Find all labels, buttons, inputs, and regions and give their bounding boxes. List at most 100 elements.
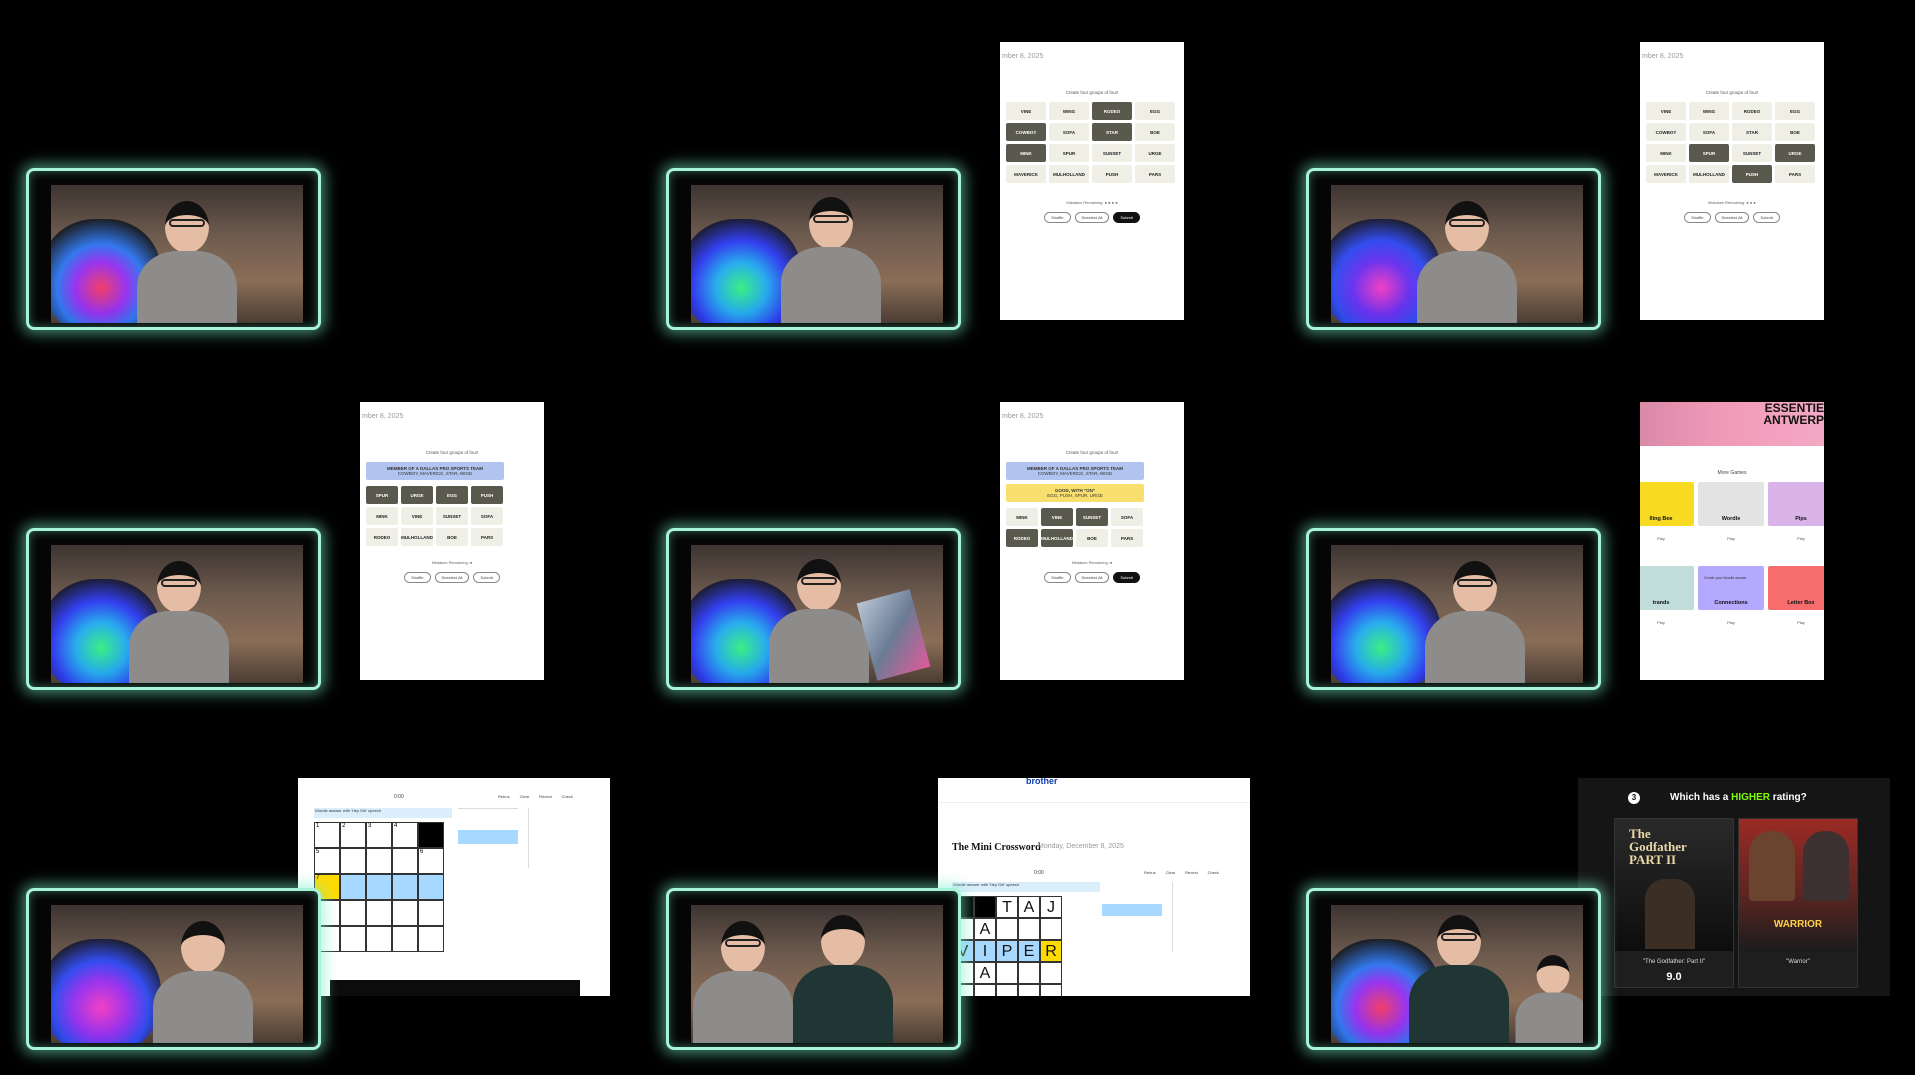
word-tile[interactable]: MINK <box>1006 508 1038 526</box>
word-tile[interactable]: WING <box>1049 102 1089 120</box>
crossword-cell[interactable] <box>340 848 366 874</box>
word-tile[interactable]: MINK <box>1646 144 1686 162</box>
word-tile[interactable]: STAR <box>1732 123 1772 141</box>
word-tile[interactable]: EGG <box>1135 102 1175 120</box>
crossword-cell[interactable] <box>1040 962 1062 984</box>
crossword-cell[interactable] <box>974 896 996 918</box>
word-tile[interactable]: PARS <box>1775 165 1815 183</box>
crossword-cell[interactable] <box>1018 984 1040 996</box>
crossword-cell[interactable] <box>1018 918 1040 940</box>
deselect-all-button[interactable]: Deselect All <box>1714 212 1750 223</box>
crossword-cell[interactable] <box>1018 962 1040 984</box>
word-tile[interactable]: RODEO <box>1732 102 1772 120</box>
word-tile[interactable]: VINE <box>1006 102 1046 120</box>
game-card[interactable]: Letter Box Play <box>1768 566 1824 625</box>
crossword-cell[interactable] <box>340 926 366 952</box>
deselect-all-button[interactable]: Deselect All <box>434 572 470 583</box>
word-tile[interactable]: SOFA <box>471 507 503 525</box>
word-tile[interactable]: BOE <box>1775 123 1815 141</box>
crossword-cell[interactable]: P <box>996 940 1018 962</box>
crossword-cell[interactable] <box>418 874 444 900</box>
crossword-cell[interactable] <box>366 926 392 952</box>
word-tile[interactable]: SUNSET <box>1732 144 1772 162</box>
word-tile[interactable]: MULHOLLAND <box>1689 165 1729 183</box>
word-tile[interactable]: EGG <box>1775 102 1815 120</box>
crossword-cell[interactable] <box>392 900 418 926</box>
crossword-cell[interactable]: A <box>1018 896 1040 918</box>
word-tile[interactable]: SOFA <box>1111 508 1143 526</box>
submit-button[interactable]: Submit <box>1113 212 1140 223</box>
game-card[interactable]: lling Bee Play <box>1640 482 1694 541</box>
word-tile[interactable]: SUNSET <box>436 507 468 525</box>
word-tile[interactable]: URGE <box>1135 144 1175 162</box>
word-tile[interactable]: SOFA <box>1689 123 1729 141</box>
crossword-cell[interactable] <box>392 848 418 874</box>
word-tile[interactable]: SPUR <box>1689 144 1729 162</box>
crossword-cell[interactable]: 1 <box>314 822 340 848</box>
create-wordle-button[interactable]: Create your Wordle answer <box>1704 576 1747 580</box>
deselect-all-button[interactable]: Deselect All <box>1074 212 1110 223</box>
crossword-cell[interactable]: T <box>996 896 1018 918</box>
crossword-menu-item[interactable]: Reveal <box>1185 870 1197 875</box>
word-tile[interactable]: SPUR <box>366 486 398 504</box>
word-tile[interactable]: SUNSET <box>1076 508 1108 526</box>
crossword-cell[interactable] <box>996 984 1018 996</box>
word-tile[interactable]: RODEO <box>366 528 398 546</box>
shuffle-button[interactable]: Shuffle <box>1044 572 1071 583</box>
crossword-cell[interactable]: 3 <box>366 822 392 848</box>
crossword-cell[interactable]: R <box>1040 940 1062 962</box>
word-tile[interactable]: PARS <box>471 528 503 546</box>
play-button[interactable]: Play <box>1640 536 1694 541</box>
word-tile[interactable]: PUSH <box>471 486 503 504</box>
play-button[interactable]: Play <box>1640 620 1694 625</box>
crossword-cell[interactable]: J <box>1040 896 1062 918</box>
crossword-menu-item[interactable]: Check <box>562 794 573 799</box>
crossword-menu-item[interactable]: Check <box>1208 870 1219 875</box>
word-tile[interactable]: BOE <box>1135 123 1175 141</box>
left-movie-card[interactable]: The Godfather PART II "The Godfather: Pa… <box>1614 818 1734 988</box>
game-card[interactable]: Wordle Play <box>1698 482 1764 541</box>
play-button[interactable]: Play <box>1768 620 1824 625</box>
play-button[interactable]: Play <box>1698 536 1764 541</box>
word-tile[interactable]: MAVERICK <box>1646 165 1686 183</box>
word-tile[interactable]: URGE <box>1775 144 1815 162</box>
crossword-menu-item[interactable]: Rebus <box>498 794 510 799</box>
crossword-cell[interactable]: A <box>974 918 996 940</box>
word-tile[interactable]: MAVERICK <box>1006 165 1046 183</box>
crossword-cell[interactable] <box>366 900 392 926</box>
word-tile[interactable]: COWBOY <box>1646 123 1686 141</box>
crossword-cell[interactable] <box>1040 984 1062 996</box>
word-tile[interactable]: MINK <box>1006 144 1046 162</box>
word-tile[interactable]: SOFA <box>1049 123 1089 141</box>
word-tile[interactable]: STAR <box>1092 123 1132 141</box>
game-card[interactable]: Connections Play <box>1698 566 1764 625</box>
crossword-menu-item[interactable]: Clear <box>1166 870 1176 875</box>
crossword-cell[interactable]: A <box>974 962 996 984</box>
word-tile[interactable]: URGE <box>401 486 433 504</box>
word-tile[interactable]: VINE <box>1041 508 1073 526</box>
word-tile[interactable]: MINK <box>366 507 398 525</box>
game-card[interactable]: Pips Play <box>1768 482 1824 541</box>
right-movie-card[interactable]: WARRIOR "Warrior" <box>1738 818 1858 988</box>
crossword-cell[interactable]: E <box>1018 940 1040 962</box>
crossword-cell[interactable]: 2 <box>340 822 366 848</box>
crossword-cell[interactable]: I <box>974 940 996 962</box>
shuffle-button[interactable]: Shuffle <box>1684 212 1711 223</box>
crossword-cell[interactable] <box>974 984 996 996</box>
deselect-all-button[interactable]: Deselect All <box>1074 572 1110 583</box>
shuffle-button[interactable]: Shuffle <box>404 572 431 583</box>
crossword-cell[interactable] <box>1040 918 1062 940</box>
crossword-cell[interactable]: 4 <box>392 822 418 848</box>
word-tile[interactable]: VINE <box>1646 102 1686 120</box>
crossword-menu-item[interactable]: Rebus <box>1144 870 1156 875</box>
submit-button[interactable]: Submit <box>1753 212 1780 223</box>
crossword-cell[interactable]: 6 <box>418 848 444 874</box>
word-tile[interactable]: VINE <box>401 507 433 525</box>
word-tile[interactable]: MULHOLLAND <box>1049 165 1089 183</box>
crossword-cell[interactable]: 5 <box>314 848 340 874</box>
word-tile[interactable]: SPUR <box>1049 144 1089 162</box>
crossword-cell[interactable] <box>418 822 444 848</box>
crossword-cell[interactable] <box>366 874 392 900</box>
word-tile[interactable]: RODEO <box>1092 102 1132 120</box>
play-button[interactable]: Play <box>1768 536 1824 541</box>
